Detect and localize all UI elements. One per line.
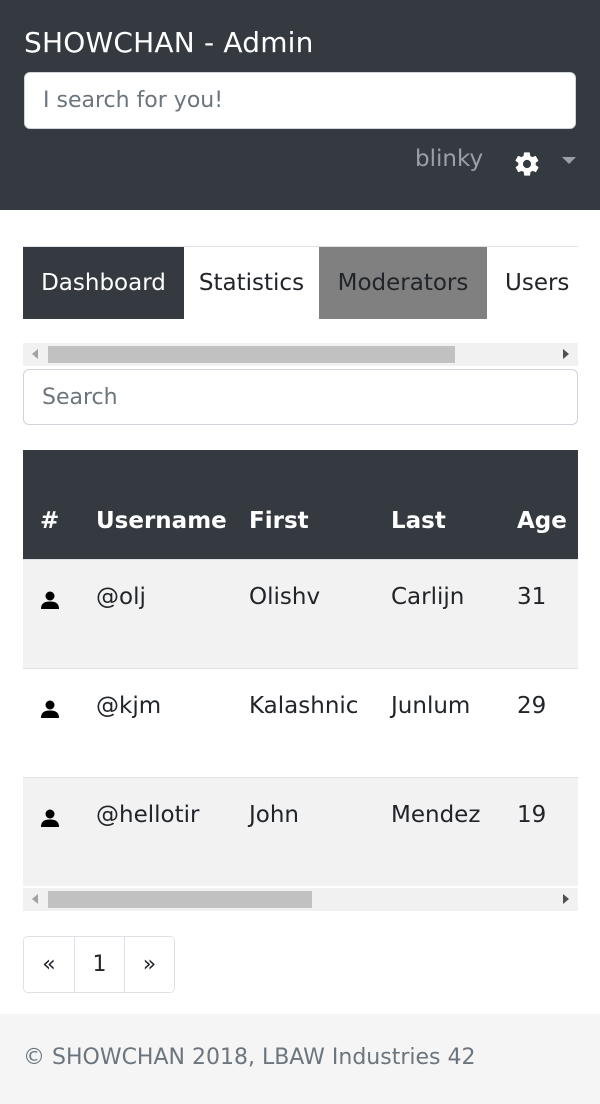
age-cell: 29 [517, 693, 547, 719]
first-name-cell: Olishv [249, 584, 321, 610]
last-name-cell: Junlum [391, 693, 471, 719]
prev-page-button[interactable]: « [24, 937, 74, 992]
username-cell: @olj [96, 584, 146, 610]
tab-moderators[interactable]: Moderators [319, 247, 487, 319]
table-scrollbar[interactable] [23, 888, 578, 911]
column-header-age[interactable]: Age [517, 508, 567, 534]
last-name-cell: Mendez [391, 802, 481, 828]
tab-users[interactable]: Users [487, 247, 578, 319]
admin-header: SHOWCHAN - Admin blinky [0, 0, 600, 210]
scroll-right-arrow[interactable] [563, 894, 569, 904]
table-row[interactable]: @kjm Kalashnic Junlum 29 [23, 668, 578, 777]
table-scrollbar-thumb[interactable] [48, 891, 312, 908]
column-header-username[interactable]: Username [96, 508, 227, 534]
age-cell: 19 [517, 802, 547, 828]
tabs-scrollbar[interactable] [23, 343, 578, 366]
scroll-left-arrow[interactable] [32, 894, 38, 904]
username-cell: @kjm [96, 693, 162, 719]
tabs-scrollbar-thumb[interactable] [48, 346, 455, 363]
user-icon [41, 591, 59, 609]
chevron-down-icon[interactable] [562, 157, 576, 164]
first-name-cell: John [249, 802, 300, 828]
footer-copyright: © SHOWCHAN 2018, LBAW Industries 42 [23, 1045, 476, 1070]
current-user-name[interactable]: blinky [415, 146, 483, 172]
scroll-left-arrow[interactable] [32, 349, 38, 359]
admin-tabs: Dashboard Statistics Moderators Users [23, 246, 578, 319]
page-button[interactable]: 1 [74, 937, 124, 992]
first-name-cell: Kalashnic [249, 693, 359, 719]
pagination: « 1 » [23, 936, 175, 993]
column-header-first[interactable]: First [249, 508, 309, 534]
scroll-right-arrow[interactable] [563, 349, 569, 359]
tab-statistics[interactable]: Statistics [184, 247, 319, 319]
users-table: # Username First Last Age @olj Olishv Ca… [23, 450, 578, 888]
user-icon [41, 809, 59, 827]
table-header: # Username First Last Age [23, 450, 578, 559]
footer: © SHOWCHAN 2018, LBAW Industries 42 [0, 1014, 600, 1104]
table-row[interactable]: @hellotir John Mendez 19 [23, 777, 578, 886]
next-page-button[interactable]: » [124, 937, 174, 992]
age-cell: 31 [517, 584, 547, 610]
column-header-last[interactable]: Last [391, 508, 446, 534]
table-search-input[interactable] [23, 369, 578, 425]
global-search-input[interactable] [24, 72, 576, 129]
user-icon [41, 700, 59, 718]
table-row[interactable]: @olj Olishv Carlijn 31 [23, 559, 578, 668]
last-name-cell: Carlijn [391, 584, 465, 610]
username-cell: @hellotir [96, 802, 200, 828]
gear-icon[interactable] [513, 150, 541, 178]
app-title[interactable]: SHOWCHAN - Admin [24, 26, 314, 59]
tab-dashboard[interactable]: Dashboard [23, 247, 184, 319]
column-header-number[interactable]: # [40, 508, 59, 534]
